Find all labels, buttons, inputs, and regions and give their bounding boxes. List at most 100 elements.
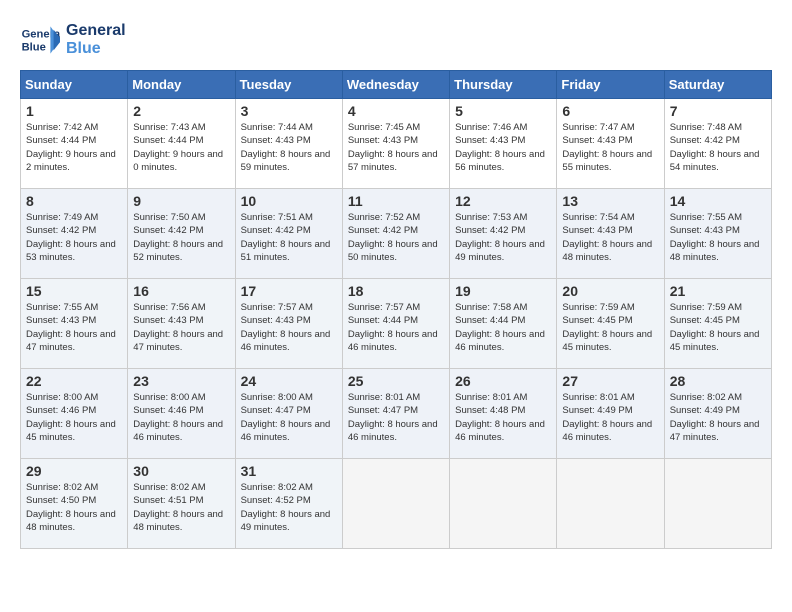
logo-icon: General Blue [20, 20, 60, 60]
calendar-cell: 18 Sunrise: 7:57 AM Sunset: 4:44 PM Dayl… [342, 279, 449, 369]
day-number: 13 [562, 193, 658, 209]
week-row-3: 15 Sunrise: 7:55 AM Sunset: 4:43 PM Dayl… [21, 279, 772, 369]
day-info: Sunrise: 7:45 AM Sunset: 4:43 PM Dayligh… [348, 121, 444, 174]
day-number: 1 [26, 103, 122, 119]
week-row-4: 22 Sunrise: 8:00 AM Sunset: 4:46 PM Dayl… [21, 369, 772, 459]
day-number: 17 [241, 283, 337, 299]
day-number: 21 [670, 283, 766, 299]
day-info: Sunrise: 7:56 AM Sunset: 4:43 PM Dayligh… [133, 301, 229, 354]
calendar-cell: 17 Sunrise: 7:57 AM Sunset: 4:43 PM Dayl… [235, 279, 342, 369]
day-number: 7 [670, 103, 766, 119]
day-number: 30 [133, 463, 229, 479]
day-info: Sunrise: 8:00 AM Sunset: 4:46 PM Dayligh… [26, 391, 122, 444]
day-number: 8 [26, 193, 122, 209]
day-number: 23 [133, 373, 229, 389]
calendar-cell: 23 Sunrise: 8:00 AM Sunset: 4:46 PM Dayl… [128, 369, 235, 459]
calendar-cell [664, 459, 771, 549]
week-row-5: 29 Sunrise: 8:02 AM Sunset: 4:50 PM Dayl… [21, 459, 772, 549]
day-info: Sunrise: 8:00 AM Sunset: 4:47 PM Dayligh… [241, 391, 337, 444]
header-day-tuesday: Tuesday [235, 71, 342, 99]
day-info: Sunrise: 7:57 AM Sunset: 4:43 PM Dayligh… [241, 301, 337, 354]
day-number: 29 [26, 463, 122, 479]
header-day-monday: Monday [128, 71, 235, 99]
header-day-sunday: Sunday [21, 71, 128, 99]
svg-text:Blue: Blue [22, 41, 46, 53]
day-number: 31 [241, 463, 337, 479]
day-info: Sunrise: 7:50 AM Sunset: 4:42 PM Dayligh… [133, 211, 229, 264]
day-number: 24 [241, 373, 337, 389]
day-info: Sunrise: 8:02 AM Sunset: 4:51 PM Dayligh… [133, 481, 229, 534]
day-info: Sunrise: 7:54 AM Sunset: 4:43 PM Dayligh… [562, 211, 658, 264]
day-info: Sunrise: 7:42 AM Sunset: 4:44 PM Dayligh… [26, 121, 122, 174]
day-number: 16 [133, 283, 229, 299]
day-number: 25 [348, 373, 444, 389]
day-number: 18 [348, 283, 444, 299]
day-number: 14 [670, 193, 766, 209]
header: General Blue General Blue [20, 20, 772, 60]
calendar-cell: 10 Sunrise: 7:51 AM Sunset: 4:42 PM Dayl… [235, 189, 342, 279]
calendar-cell: 25 Sunrise: 8:01 AM Sunset: 4:47 PM Dayl… [342, 369, 449, 459]
day-number: 2 [133, 103, 229, 119]
calendar-cell: 30 Sunrise: 8:02 AM Sunset: 4:51 PM Dayl… [128, 459, 235, 549]
day-info: Sunrise: 7:51 AM Sunset: 4:42 PM Dayligh… [241, 211, 337, 264]
day-info: Sunrise: 7:55 AM Sunset: 4:43 PM Dayligh… [670, 211, 766, 264]
calendar-cell [342, 459, 449, 549]
calendar-cell: 26 Sunrise: 8:01 AM Sunset: 4:48 PM Dayl… [450, 369, 557, 459]
day-number: 9 [133, 193, 229, 209]
calendar-cell: 21 Sunrise: 7:59 AM Sunset: 4:45 PM Dayl… [664, 279, 771, 369]
calendar-cell: 27 Sunrise: 8:01 AM Sunset: 4:49 PM Dayl… [557, 369, 664, 459]
day-info: Sunrise: 7:59 AM Sunset: 4:45 PM Dayligh… [562, 301, 658, 354]
day-number: 20 [562, 283, 658, 299]
calendar-cell: 11 Sunrise: 7:52 AM Sunset: 4:42 PM Dayl… [342, 189, 449, 279]
calendar-cell: 5 Sunrise: 7:46 AM Sunset: 4:43 PM Dayli… [450, 99, 557, 189]
day-number: 27 [562, 373, 658, 389]
day-number: 5 [455, 103, 551, 119]
day-info: Sunrise: 7:48 AM Sunset: 4:42 PM Dayligh… [670, 121, 766, 174]
day-number: 4 [348, 103, 444, 119]
day-info: Sunrise: 8:02 AM Sunset: 4:49 PM Dayligh… [670, 391, 766, 444]
calendar-cell: 4 Sunrise: 7:45 AM Sunset: 4:43 PM Dayli… [342, 99, 449, 189]
logo: General Blue General Blue [20, 20, 126, 60]
calendar-cell: 9 Sunrise: 7:50 AM Sunset: 4:42 PM Dayli… [128, 189, 235, 279]
calendar-cell: 16 Sunrise: 7:56 AM Sunset: 4:43 PM Dayl… [128, 279, 235, 369]
day-info: Sunrise: 7:43 AM Sunset: 4:44 PM Dayligh… [133, 121, 229, 174]
logo-text-line2: Blue [66, 40, 126, 58]
day-number: 22 [26, 373, 122, 389]
day-info: Sunrise: 7:58 AM Sunset: 4:44 PM Dayligh… [455, 301, 551, 354]
day-number: 10 [241, 193, 337, 209]
calendar-cell: 28 Sunrise: 8:02 AM Sunset: 4:49 PM Dayl… [664, 369, 771, 459]
day-number: 12 [455, 193, 551, 209]
day-info: Sunrise: 8:01 AM Sunset: 4:47 PM Dayligh… [348, 391, 444, 444]
day-info: Sunrise: 8:00 AM Sunset: 4:46 PM Dayligh… [133, 391, 229, 444]
calendar-cell: 22 Sunrise: 8:00 AM Sunset: 4:46 PM Dayl… [21, 369, 128, 459]
calendar-cell: 8 Sunrise: 7:49 AM Sunset: 4:42 PM Dayli… [21, 189, 128, 279]
day-info: Sunrise: 7:52 AM Sunset: 4:42 PM Dayligh… [348, 211, 444, 264]
calendar-table: SundayMondayTuesdayWednesdayThursdayFrid… [20, 70, 772, 549]
day-number: 15 [26, 283, 122, 299]
day-info: Sunrise: 7:55 AM Sunset: 4:43 PM Dayligh… [26, 301, 122, 354]
calendar-cell: 12 Sunrise: 7:53 AM Sunset: 4:42 PM Dayl… [450, 189, 557, 279]
day-info: Sunrise: 7:46 AM Sunset: 4:43 PM Dayligh… [455, 121, 551, 174]
day-number: 6 [562, 103, 658, 119]
calendar-cell: 31 Sunrise: 8:02 AM Sunset: 4:52 PM Dayl… [235, 459, 342, 549]
calendar-cell: 3 Sunrise: 7:44 AM Sunset: 4:43 PM Dayli… [235, 99, 342, 189]
calendar-cell: 1 Sunrise: 7:42 AM Sunset: 4:44 PM Dayli… [21, 99, 128, 189]
day-number: 11 [348, 193, 444, 209]
logo-text-line1: General [66, 22, 126, 40]
calendar-cell: 29 Sunrise: 8:02 AM Sunset: 4:50 PM Dayl… [21, 459, 128, 549]
day-info: Sunrise: 8:01 AM Sunset: 4:48 PM Dayligh… [455, 391, 551, 444]
day-info: Sunrise: 7:49 AM Sunset: 4:42 PM Dayligh… [26, 211, 122, 264]
day-number: 3 [241, 103, 337, 119]
header-day-saturday: Saturday [664, 71, 771, 99]
calendar-cell: 6 Sunrise: 7:47 AM Sunset: 4:43 PM Dayli… [557, 99, 664, 189]
calendar-cell: 2 Sunrise: 7:43 AM Sunset: 4:44 PM Dayli… [128, 99, 235, 189]
day-number: 28 [670, 373, 766, 389]
day-number: 26 [455, 373, 551, 389]
day-info: Sunrise: 7:53 AM Sunset: 4:42 PM Dayligh… [455, 211, 551, 264]
day-info: Sunrise: 8:02 AM Sunset: 4:50 PM Dayligh… [26, 481, 122, 534]
calendar-cell: 24 Sunrise: 8:00 AM Sunset: 4:47 PM Dayl… [235, 369, 342, 459]
day-info: Sunrise: 7:44 AM Sunset: 4:43 PM Dayligh… [241, 121, 337, 174]
header-row: SundayMondayTuesdayWednesdayThursdayFrid… [21, 71, 772, 99]
calendar-cell [450, 459, 557, 549]
day-info: Sunrise: 8:02 AM Sunset: 4:52 PM Dayligh… [241, 481, 337, 534]
